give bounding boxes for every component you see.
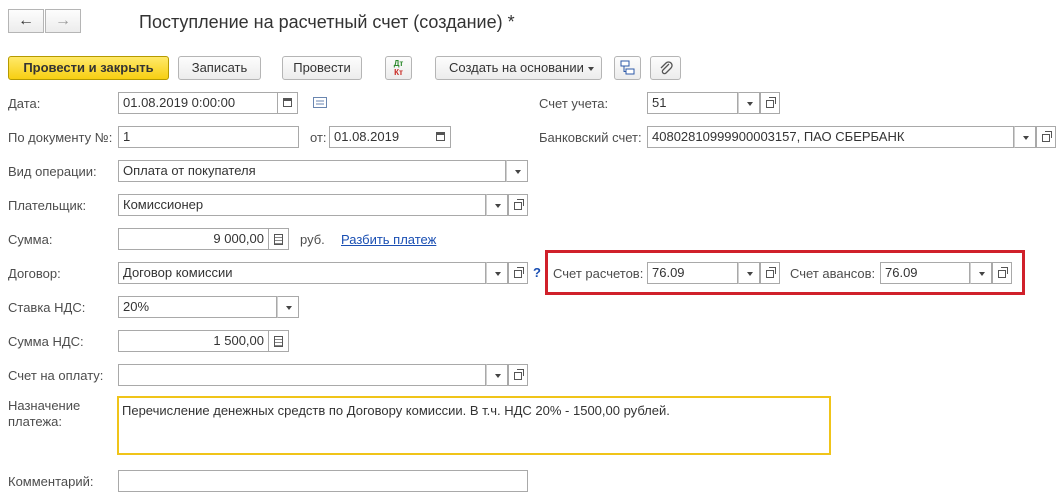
account-dropdown[interactable] (738, 92, 760, 114)
purpose-label: Назначение платежа: (8, 398, 81, 429)
bank-account-open-icon[interactable] (1036, 126, 1056, 148)
page-title: Поступление на расчетный счет (создание)… (139, 12, 515, 32)
post-and-close-button[interactable]: Провести и закрыть (8, 56, 169, 80)
contract-field[interactable]: Договор комиссии (118, 262, 486, 284)
arrow-right-icon: → (55, 12, 71, 29)
attach-button[interactable] (650, 56, 681, 80)
advance-account-open-icon[interactable] (992, 262, 1012, 284)
calculator-icon[interactable] (269, 228, 289, 250)
doc-date-field[interactable]: 01.08.2019 (329, 126, 432, 148)
invoice-open-icon[interactable] (508, 364, 528, 386)
paperclip-icon (660, 61, 673, 75)
doc-date-label: от: (310, 130, 327, 145)
contract-label: Договор: (8, 266, 61, 281)
dt-kt-report-button[interactable]: Дт Кт (385, 56, 412, 80)
arrow-left-icon: ← (18, 12, 34, 29)
operation-type-label: Вид операции: (8, 164, 97, 179)
vat-calculator-icon[interactable] (269, 330, 289, 352)
payer-dropdown[interactable] (486, 194, 508, 216)
account-field[interactable]: 51 (647, 92, 738, 114)
purpose-textarea[interactable]: Перечисление денежных средств по Договор… (117, 396, 831, 455)
advance-account-field[interactable]: 76.09 (880, 262, 970, 284)
vat-rate-label: Ставка НДС: (8, 300, 86, 315)
operation-type-dropdown[interactable] (506, 160, 528, 182)
amount-field[interactable]: 9 000,00 (118, 228, 269, 250)
chevron-down-icon (588, 67, 594, 71)
payer-label: Плательщик: (8, 198, 87, 213)
save-button[interactable]: Записать (178, 56, 261, 80)
invoice-dropdown[interactable] (486, 364, 508, 386)
contract-dropdown[interactable] (486, 262, 508, 284)
history-icon[interactable] (313, 97, 327, 109)
date-label: Дата: (8, 96, 41, 111)
payer-open-icon[interactable] (508, 194, 528, 216)
bank-account-label: Банковский счет: (539, 130, 642, 145)
calendar-icon[interactable] (278, 92, 298, 114)
invoice-label: Счет на оплату: (8, 368, 104, 383)
date-field[interactable]: 01.08.2019 0:00:00 (118, 92, 278, 114)
vat-amount-field[interactable]: 1 500,00 (118, 330, 269, 352)
forward-button[interactable]: → (45, 9, 81, 33)
account-label: Счет учета: (539, 96, 609, 111)
comment-label: Комментарий: (8, 474, 94, 489)
settlement-account-open-icon[interactable] (760, 262, 780, 284)
help-icon[interactable]: ? (533, 265, 541, 281)
operation-type-field[interactable]: Оплата от покупателя (118, 160, 506, 182)
vat-rate-dropdown[interactable] (277, 296, 299, 318)
structure-icon (620, 60, 635, 75)
doc-number-label: По документу №: (8, 130, 113, 145)
account-open-icon[interactable] (760, 92, 780, 114)
advance-account-dropdown[interactable] (970, 262, 992, 284)
structure-button[interactable] (614, 56, 641, 80)
settlement-account-label: Счет расчетов: (553, 266, 644, 281)
doc-number-field[interactable]: 1 (118, 126, 299, 148)
post-button[interactable]: Провести (282, 56, 362, 80)
back-button[interactable]: ← (8, 9, 44, 33)
payer-field[interactable]: Комиссионер (118, 194, 486, 216)
create-based-on-button[interactable]: Создать на основании (435, 56, 602, 80)
settlement-account-dropdown[interactable] (738, 262, 760, 284)
invoice-field[interactable] (118, 364, 486, 386)
create-based-on-label: Создать на основании (449, 60, 584, 75)
settlement-account-field[interactable]: 76.09 (647, 262, 738, 284)
dt-kt-icon: Дт Кт (393, 59, 404, 77)
advance-account-label: Счет авансов: (790, 266, 876, 281)
vat-rate-field[interactable]: 20% (118, 296, 277, 318)
doc-calendar-icon[interactable] (431, 126, 451, 148)
bank-account-dropdown[interactable] (1014, 126, 1036, 148)
bank-account-field[interactable]: 40802810999900003157, ПАО СБЕРБАНК (647, 126, 1014, 148)
currency-label: руб. (300, 232, 325, 247)
vat-amount-label: Сумма НДС: (8, 334, 84, 349)
contract-open-icon[interactable] (508, 262, 528, 284)
split-payment-link[interactable]: Разбить платеж (341, 232, 436, 247)
amount-label: Сумма: (8, 232, 53, 247)
comment-field[interactable] (118, 470, 528, 492)
